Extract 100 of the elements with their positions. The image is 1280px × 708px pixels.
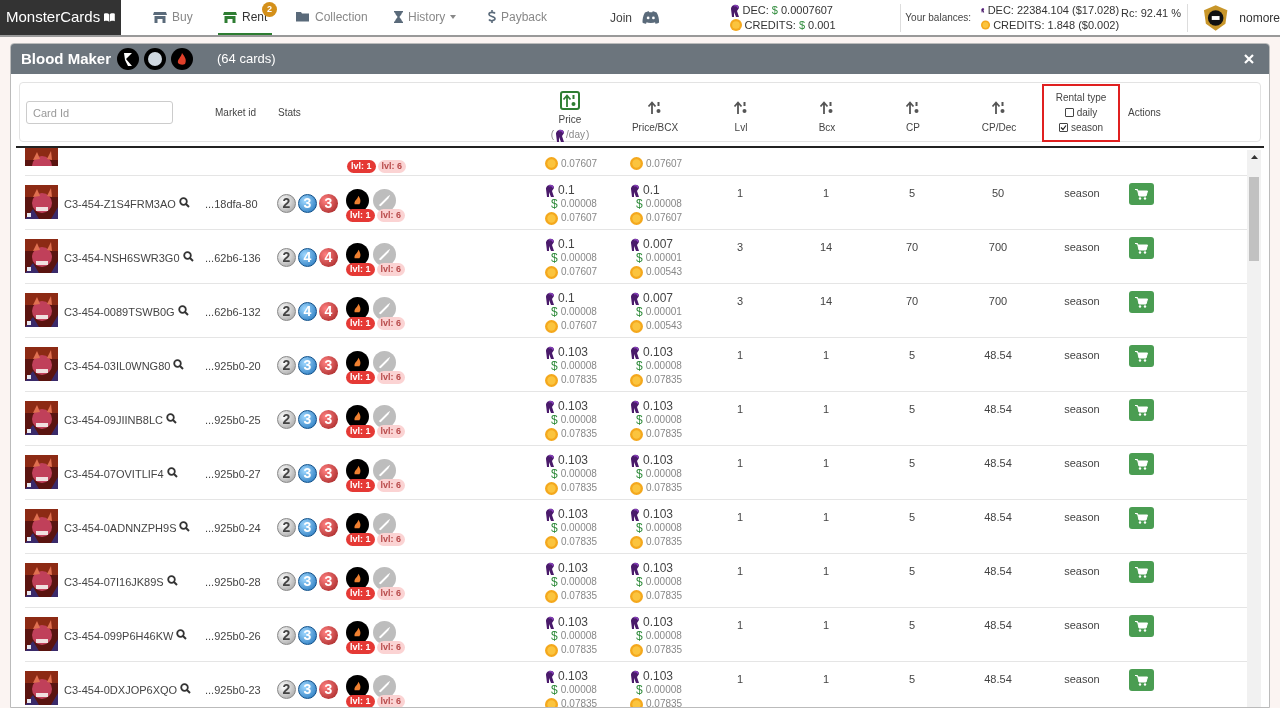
stat-value: 4 <box>298 248 317 267</box>
username[interactable]: nomore <box>1239 8 1280 27</box>
table-cell-text: 1 <box>736 348 744 363</box>
join-link[interactable]: Join <box>610 8 632 27</box>
search-icon[interactable] <box>173 359 185 370</box>
rent-button[interactable] <box>1129 615 1154 637</box>
card-id[interactable]: C3-454-099P6H46KW <box>64 628 174 645</box>
search-icon[interactable] <box>176 629 188 640</box>
card-id[interactable]: C3-454-Z1S4FRM3AO <box>64 196 176 213</box>
balance-value: DEC: 22384.104 ($17.028) <box>987 2 1120 18</box>
checkbox-label[interactable]: daily <box>1076 105 1098 120</box>
card-id[interactable]: C3-454-07OVITLIF4 <box>64 466 164 483</box>
coin-icon <box>630 157 643 170</box>
rent-button[interactable] <box>1129 399 1154 421</box>
search-icon[interactable] <box>178 197 190 208</box>
cart-icon <box>1135 296 1148 308</box>
table-cell-text: 5 <box>908 186 916 201</box>
currency-sign: $ <box>798 17 806 33</box>
level-tag: lvl: 6 <box>376 695 406 707</box>
nav-link[interactable]: Buy <box>148 0 198 35</box>
sort-button[interactable] <box>560 91 580 110</box>
search-icon[interactable] <box>180 683 192 694</box>
column-header[interactable]: Lvl <box>734 119 748 135</box>
table-row[interactable]: C3-454-0DXJOP6XQO ...925b0-23 2 3 3 lvl: 1 lvl: 6 0.103 $ 0.00008 0.07835 0.103 $ 0.00008 0.07835 1 1 5 48.54 season <box>25 662 1247 707</box>
rent-button[interactable] <box>1129 561 1154 583</box>
column-header[interactable]: CP <box>906 119 920 135</box>
rent-button[interactable] <box>1129 237 1154 259</box>
level-tag: lvl: 1 <box>347 160 376 173</box>
discord-icon[interactable] <box>642 11 660 24</box>
table-row[interactable]: C3-454-07I16JK89S ...925b0-28 2 3 3 lvl: 1 lvl: 6 0.103 $ 0.00008 0.07835 0.103 $ 0.00008 0.07835 1 1 5 48.54 season <box>25 554 1247 608</box>
table-row[interactable]: C3-454-09JIINB8LC ...925b0-25 2 3 3 lvl: 1 lvl: 6 0.103 $ 0.00008 0.07835 0.103 $ 0.00008 0.07835 1 1 5 48.54 season <box>25 392 1247 446</box>
ability-icon <box>373 405 396 428</box>
price-value: 0.0007607 <box>781 2 833 18</box>
card-id[interactable]: C3-454-0089TSWB0G <box>64 304 175 321</box>
stat-value: 2 <box>277 410 296 429</box>
table-row[interactable]: C3-454-0ADNNZPH9S ...925b0-24 2 3 3 lvl: 1 lvl: 6 0.103 $ 0.00008 0.07835 0.103 $ 0.00008 0.07835 1 1 5 48.54 season <box>25 500 1247 554</box>
price-usd: 0.00001 <box>645 251 682 265</box>
avatar-icon[interactable] <box>1202 3 1230 32</box>
card-id[interactable]: C3-454-0ADNNZPH9S <box>64 520 177 537</box>
price-dec: 0.007 <box>643 237 674 251</box>
cart-icon <box>1135 188 1148 200</box>
search-icon[interactable] <box>177 305 189 316</box>
column-header[interactable]: Price <box>558 112 582 127</box>
table-cell-text: 1 <box>736 186 744 201</box>
search-icon[interactable] <box>182 251 194 262</box>
column-header: Actions <box>1127 106 1162 120</box>
table-row[interactable]: C3-454-099P6H46KW ...925b0-26 2 3 3 lvl: 1 lvl: 6 0.103 $ 0.00008 0.07835 0.103 $ 0.00008 0.07835 1 1 5 48.54 season <box>25 608 1247 662</box>
nav-link[interactable]: Payback <box>483 0 553 35</box>
checkbox[interactable] <box>1064 108 1074 117</box>
card-id[interactable]: C3-454-03IL0WNG80 <box>64 358 171 375</box>
search-icon[interactable] <box>179 521 191 532</box>
rental-type: season <box>1064 348 1100 363</box>
nav-link[interactable]: History <box>389 0 462 35</box>
store-icon <box>153 10 167 23</box>
rent-button[interactable] <box>1129 453 1154 475</box>
table-row[interactable]: C3-454-07OVITLIF4 ...925b0-27 2 3 3 lvl: 1 lvl: 6 0.103 $ 0.00008 0.07835 0.103 $ 0.00008 0.07835 1 1 5 48.54 season <box>25 446 1247 500</box>
table-row[interactable]: C3-454-Z1S4FRM3AO ...18dfa-80 2 3 3 lvl: 1 lvl: 6 0.1 $ 0.00008 0.07607 0.1 $ 0.00008 0.07607 1 1 5 50 season <box>25 176 1247 230</box>
search-icon[interactable] <box>166 575 178 586</box>
rent-button[interactable] <box>1129 291 1154 313</box>
rent-button[interactable] <box>1129 345 1154 367</box>
search-icon[interactable] <box>166 467 178 478</box>
price-usd: 0.00008 <box>560 251 597 265</box>
dec-icon <box>630 183 640 197</box>
card-id[interactable]: C3-454-NSH6SWR3G0 <box>64 250 180 267</box>
rent-button[interactable] <box>1129 183 1154 205</box>
rental-type: season <box>1064 672 1100 687</box>
card-id[interactable]: C3-454-0DXJOP6XQO <box>64 682 178 699</box>
table-row[interactable]: C3-454-03IL0WNG80 ...925b0-20 2 3 3 lvl: 1 lvl: 6 0.103 $ 0.00008 0.07835 0.103 $ 0.00008 0.07835 1 1 5 48.54 season <box>25 338 1247 392</box>
search-icon[interactable] <box>166 413 178 424</box>
price-credits: 0.07835 <box>561 643 598 657</box>
scrollbar[interactable] <box>1247 150 1261 707</box>
cart-icon <box>1135 620 1148 632</box>
market-id: ...925b0-20 <box>205 359 262 374</box>
card-id-field[interactable]: Card Id <box>26 101 173 124</box>
price-credits: 0.07835 <box>646 427 683 441</box>
column-header[interactable]: CP/Dec <box>981 119 1017 135</box>
table-row[interactable]: C3-454-NSH6SWR3G0 ...62b6-136 2 4 4 lvl: 1 lvl: 6 0.1 $ 0.00008 0.07607 0.007 $ 0.00001 0.00543 3 14 70 700 season <box>25 230 1247 284</box>
card-id[interactable]: C3-454-07I16JK89S <box>64 574 164 591</box>
rent-button[interactable] <box>1129 507 1154 529</box>
price-dec: 0.103 <box>643 399 674 413</box>
card-id[interactable]: C3-454-09JIINB8LC <box>64 412 164 429</box>
currency-sign: $ <box>636 575 643 589</box>
table-cell-text: 48.54 <box>984 402 1012 417</box>
price-usd: 0.00008 <box>645 197 682 211</box>
table-row[interactable]: C3-454-0089TSWB0G ...62b6-132 2 4 4 lvl: 1 lvl: 6 0.1 $ 0.00008 0.07607 0.007 $ 0.00001 0.00543 3 14 70 700 season <box>25 284 1247 338</box>
column-header[interactable]: Price/BCX <box>631 119 679 135</box>
coin-icon <box>630 319 643 333</box>
rent-button[interactable] <box>1129 669 1154 691</box>
price-usd: 0.00008 <box>560 683 597 697</box>
price-credits: 0.07607 <box>646 157 683 171</box>
nav-link[interactable]: Collection <box>291 0 373 35</box>
dec-icon <box>630 345 640 359</box>
price-dec: 0.103 <box>558 453 589 467</box>
scroll-up-icon[interactable] <box>1250 155 1258 159</box>
column-header[interactable]: Bcx <box>818 119 836 135</box>
checkbox[interactable] <box>1058 123 1068 132</box>
scrollbar-thumb[interactable] <box>1249 177 1259 261</box>
checkbox-label[interactable]: season <box>1070 120 1104 135</box>
price-dec: 0.103 <box>643 615 674 629</box>
price-label: DEC: <box>742 2 769 18</box>
